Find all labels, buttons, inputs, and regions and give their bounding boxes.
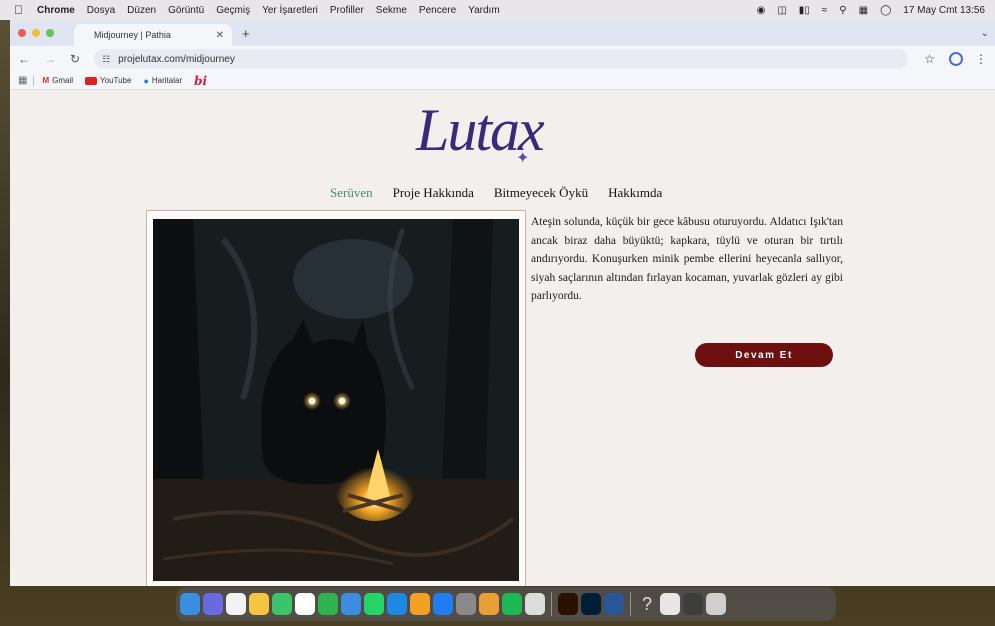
- address-url: projelutax.com/midjourney: [118, 53, 235, 65]
- site-nav: Serüven Proje Hakkında Bitmeyecek Öykü H…: [330, 185, 662, 201]
- tab-midjourney[interactable]: Midjourney | Pathia ✕: [74, 24, 232, 46]
- menu-dosya[interactable]: Dosya: [87, 5, 115, 16]
- numbers-icon[interactable]: [318, 593, 338, 615]
- battery-icon[interactable]: ▮▯: [799, 5, 810, 16]
- tab-search-chevron-icon[interactable]: ⌄: [981, 28, 989, 39]
- dock-divider: [551, 592, 552, 616]
- apple-icon[interactable]: : [14, 3, 23, 17]
- tab-strip: Midjourney | Pathia ✕ + ⌄: [10, 20, 995, 46]
- bookmark-bi[interactable]: bi: [194, 74, 207, 88]
- document-thumbnail-icon[interactable]: [660, 593, 680, 615]
- nav-seruven[interactable]: Serüven: [330, 185, 373, 201]
- calendar-icon[interactable]: [295, 593, 315, 615]
- zoom-app-icon[interactable]: [387, 593, 407, 615]
- web-page: Lutax ✦ Serüven Proje Hakkında Bitmeyece…: [10, 90, 995, 586]
- window-controls: [18, 29, 54, 37]
- record-icon[interactable]: ◉: [757, 5, 766, 16]
- dock-divider-2: [630, 592, 631, 616]
- creature-scene-graphic: [153, 219, 519, 581]
- finder-icon[interactable]: [180, 593, 200, 615]
- reload-icon[interactable]: ↻: [70, 52, 80, 66]
- settings-icon[interactable]: [456, 593, 476, 615]
- tab-title: Midjourney | Pathia: [94, 30, 171, 40]
- forward-icon[interactable]: →: [44, 52, 56, 66]
- bookmark-gmail-label: Gmail: [52, 76, 74, 85]
- close-tab-icon[interactable]: ✕: [216, 30, 224, 41]
- bookmarks-bar: ▦ M Gmail YouTube ● Haritalar bi: [10, 72, 995, 90]
- bookmark-youtube-label: YouTube: [100, 76, 132, 85]
- site-info-icon[interactable]: ☷: [102, 54, 110, 65]
- bookmark-youtube[interactable]: YouTube: [85, 76, 131, 85]
- story-image-frame: [146, 210, 526, 586]
- bookmarks-divider: [33, 75, 35, 86]
- devam-et-button[interactable]: Devam Et: [695, 343, 833, 367]
- preview-icon[interactable]: [525, 593, 545, 615]
- bookmark-gmail[interactable]: M Gmail: [42, 76, 73, 85]
- search-icon[interactable]: ⚲: [839, 5, 846, 16]
- more-menu-icon[interactable]: ⋮: [975, 52, 987, 66]
- browser-toolbar: ← → ↻ ☷ projelutax.com/midjourney ☆ ⋮: [10, 46, 995, 72]
- macos-menubar:  Chrome Dosya Düzen Görüntü Geçmiş Yer …: [0, 0, 995, 20]
- chrome-icon[interactable]: [479, 593, 499, 615]
- desktop-thumbnail-icon[interactable]: [683, 593, 703, 615]
- back-icon[interactable]: ←: [18, 52, 30, 66]
- help-icon[interactable]: ?: [637, 593, 657, 615]
- zoom-window-icon[interactable]: [46, 29, 54, 37]
- photoshop-icon[interactable]: [581, 593, 601, 615]
- maps-pin-icon: ●: [143, 75, 149, 86]
- gmail-icon: M: [42, 76, 50, 85]
- word-icon[interactable]: [604, 593, 624, 615]
- keynote-icon[interactable]: [341, 593, 361, 615]
- siri-icon[interactable]: ◯: [880, 5, 891, 16]
- wifi-icon[interactable]: ≈: [822, 5, 828, 16]
- nav-proje-hakkinda[interactable]: Proje Hakkında: [393, 185, 474, 201]
- menubar-datetime[interactable]: 17 May Cmt 13:56: [903, 5, 985, 16]
- notes-icon[interactable]: [226, 593, 246, 615]
- apps-grid-icon[interactable]: ▦: [18, 75, 27, 86]
- story-paragraph: Ateşin solunda, küçük bir gece kâbusu ot…: [531, 216, 843, 302]
- close-window-icon[interactable]: [18, 29, 26, 37]
- logo-sparkle-icon: ✦: [516, 150, 530, 167]
- app-store-icon[interactable]: [433, 593, 453, 615]
- bookmark-bi-label: bi: [194, 73, 208, 88]
- illustrator-icon[interactable]: [558, 593, 578, 615]
- stickies-icon[interactable]: [249, 593, 269, 615]
- story-illustration: [153, 219, 519, 581]
- trash-icon[interactable]: [706, 593, 726, 615]
- menu-gecmis[interactable]: Geçmiş: [216, 5, 250, 16]
- screen-mirror-icon[interactable]: ◫: [777, 5, 786, 16]
- menu-goruntu[interactable]: Görüntü: [168, 5, 204, 16]
- menu-sekme[interactable]: Sekme: [376, 5, 407, 16]
- facetime-icon[interactable]: [272, 593, 292, 615]
- bookmark-maps[interactable]: ● Haritalar: [143, 76, 182, 86]
- control-center-icon[interactable]: ▦: [859, 5, 868, 16]
- minimize-window-icon[interactable]: [32, 29, 40, 37]
- spotify-icon[interactable]: [502, 593, 522, 615]
- youtube-icon: [85, 76, 98, 85]
- menu-profiller[interactable]: Profiller: [330, 5, 364, 16]
- macos-dock: ?: [176, 587, 836, 621]
- menu-yer-isaretleri[interactable]: Yer İşaretleri: [262, 5, 318, 16]
- address-bar[interactable]: ☷ projelutax.com/midjourney: [94, 49, 909, 69]
- nav-bitmeyecek-oyku[interactable]: Bitmeyecek Öykü: [494, 185, 588, 201]
- whatsapp-icon[interactable]: [364, 593, 384, 615]
- nav-hakkimda[interactable]: Hakkımda: [608, 185, 662, 201]
- menu-yardim[interactable]: Yardım: [468, 5, 500, 16]
- menu-pencere[interactable]: Pencere: [419, 5, 456, 16]
- bookmark-star-icon[interactable]: ☆: [924, 52, 935, 66]
- launchpad-icon[interactable]: [203, 593, 223, 615]
- new-tab-icon[interactable]: +: [242, 26, 250, 41]
- browser-window: Midjourney | Pathia ✕ + ⌄ ← → ↻ ☷ projel…: [10, 20, 995, 586]
- menu-duzen[interactable]: Düzen: [127, 5, 156, 16]
- bookmark-maps-label: Haritalar: [151, 76, 183, 85]
- status-area: ◉ ◫ ▮▯ ≈ ⚲ ▦ ◯ 17 May Cmt 13:56: [757, 5, 995, 16]
- menu-app-name[interactable]: Chrome: [37, 5, 75, 16]
- profile-icon[interactable]: [949, 52, 963, 66]
- pages-icon[interactable]: [410, 593, 430, 615]
